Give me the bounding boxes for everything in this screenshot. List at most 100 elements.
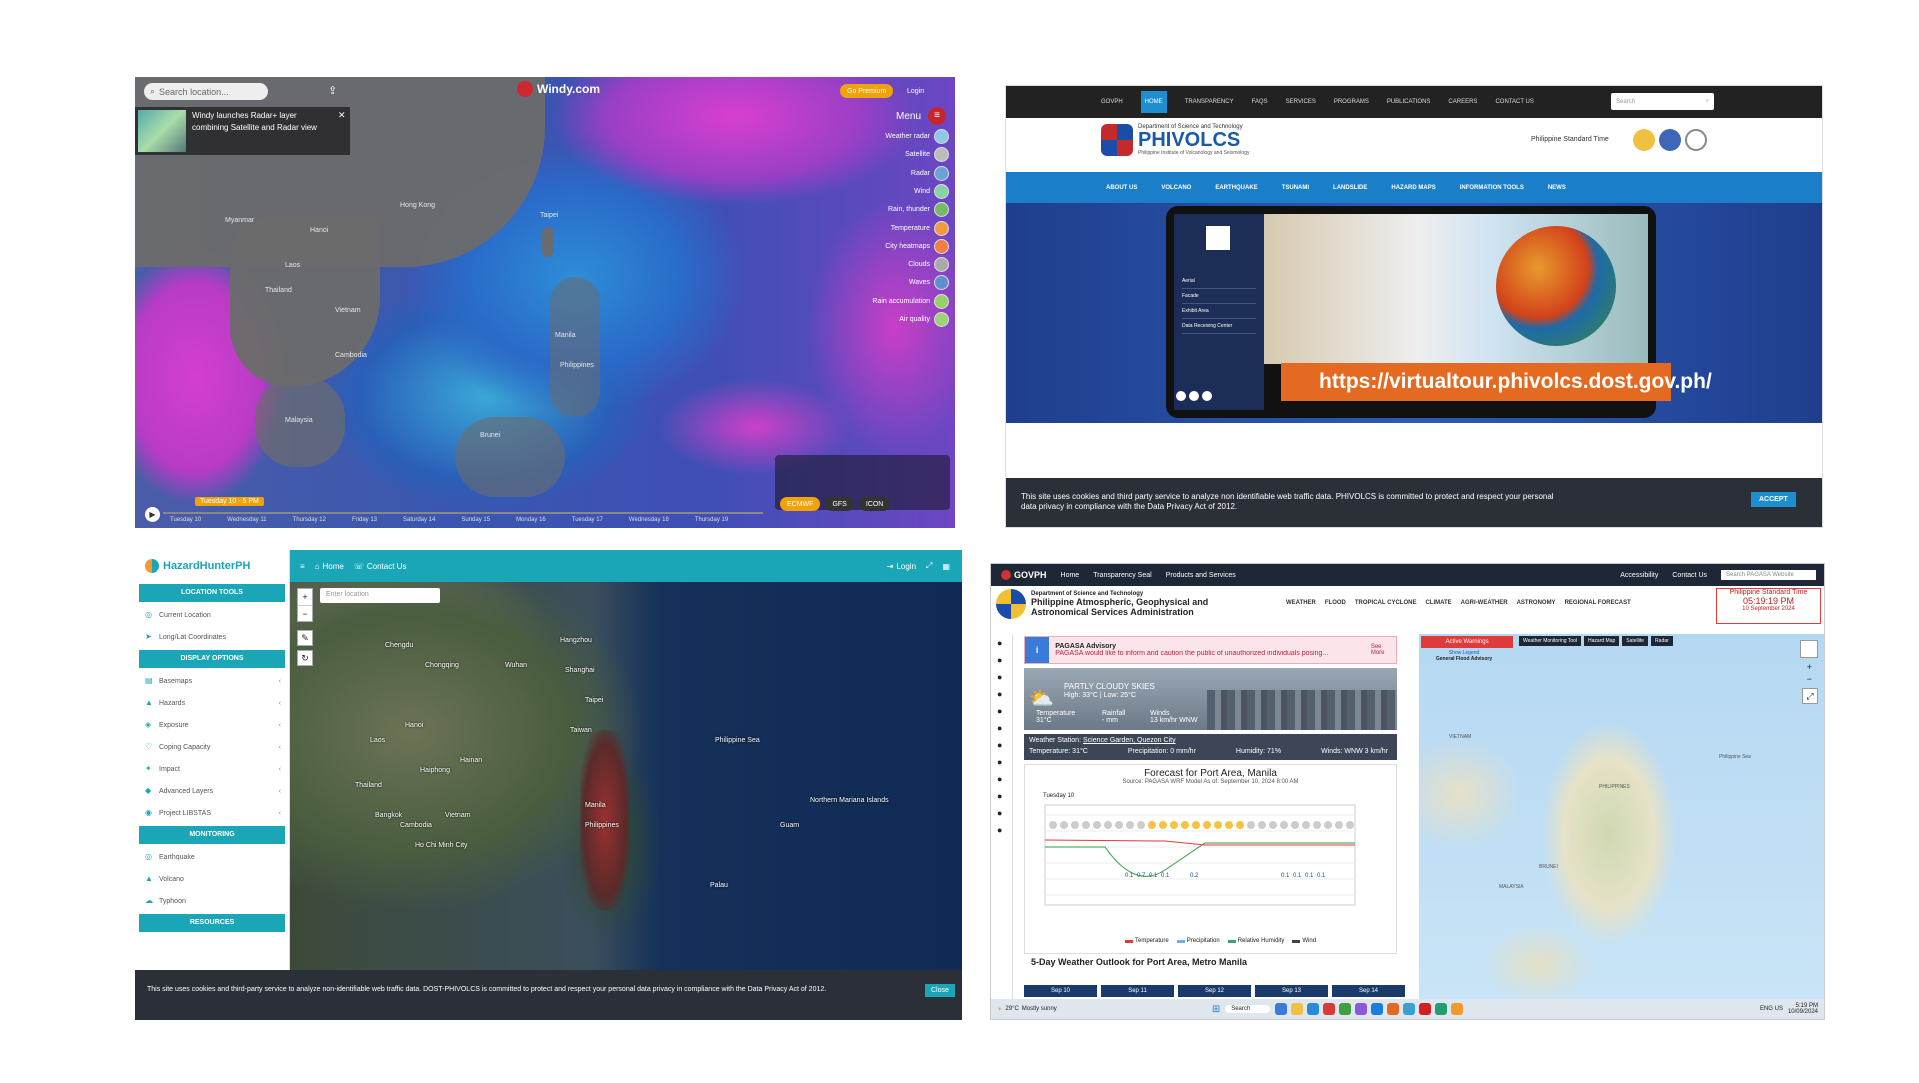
outlook-day-tab[interactable]: Sep 12 — [1178, 985, 1251, 997]
model-icon-button[interactable]: ICON — [858, 497, 891, 511]
search-input[interactable]: Search ⌕ — [1611, 93, 1714, 110]
pagasa-logo[interactable]: Department of Science and Technology Phi… — [996, 589, 1208, 619]
tour-menu-item[interactable]: Aerial — [1182, 274, 1256, 289]
outlook-day-tab[interactable]: Sep 11 — [1101, 985, 1174, 997]
app-icon[interactable] — [1275, 1003, 1288, 1015]
pagasa-map[interactable]: Active Warnings Show Legend General Floo… — [1419, 634, 1824, 1004]
search-box[interactable]: ⌕ Search location... — [144, 83, 268, 100]
reset-button[interactable]: ↻ — [297, 650, 313, 666]
layer-item[interactable]: Rain, thunder — [888, 202, 949, 218]
play-button[interactable]: ▶ — [145, 507, 160, 522]
timeline-day[interactable]: Wednesday 11 — [227, 517, 266, 523]
facebook-icon[interactable] — [1176, 391, 1186, 401]
timeline-day[interactable]: Thursday 12 — [293, 517, 326, 523]
map-tab[interactable]: Satellite — [1622, 636, 1649, 646]
menu-label[interactable]: Menu — [896, 111, 921, 122]
umbrella-icon[interactable]: ● — [997, 740, 1002, 750]
app-icon[interactable] — [1323, 1003, 1336, 1015]
login-button[interactable]: Login — [900, 84, 931, 98]
layer-item[interactable]: Waves — [909, 275, 949, 291]
sidebar-item[interactable]: ▲ Hazards ‹ — [135, 692, 289, 714]
mainnav-item[interactable]: TROPICAL CYCLONE — [1355, 600, 1417, 606]
sidebar-item[interactable]: ▤ Basemaps ‹ — [135, 670, 289, 692]
outlook-day-tab[interactable]: Sep 13 — [1255, 985, 1328, 997]
nav-home[interactable]: ⌂ Home — [315, 562, 344, 571]
mainnav-item[interactable]: HAZARD MAPS — [1391, 185, 1435, 191]
sidebar-item[interactable]: ✦ Impact ‹ — [135, 758, 289, 780]
topnav-item[interactable]: FAQS — [1252, 99, 1268, 105]
sidebar-item[interactable]: ◎ Earthquake — [135, 846, 289, 868]
car-icon[interactable]: ● — [997, 723, 1002, 733]
topnav-item[interactable]: CONTACT US — [1495, 99, 1533, 105]
windows-start-icon[interactable]: ⊞ — [1212, 1004, 1220, 1015]
nav-contact[interactable]: Contact Us — [1672, 572, 1707, 579]
zoom-out-button[interactable]: − — [1807, 674, 1812, 684]
mainnav-item[interactable]: REGIONAL FORECAST — [1565, 600, 1631, 606]
taskbar-search[interactable]: Search — [1225, 1005, 1271, 1013]
timeline-bar[interactable] — [163, 512, 763, 514]
mainnav-item[interactable]: CLIMATE — [1425, 600, 1451, 606]
building-icon[interactable]: ● — [997, 791, 1002, 801]
timeline-day[interactable]: Sunday 15 — [461, 517, 490, 523]
app-icon[interactable] — [1307, 1003, 1320, 1015]
wave-icon[interactable]: ● — [997, 757, 1002, 767]
home-icon[interactable]: ● — [997, 655, 1002, 665]
active-warnings-label[interactable]: Active Warnings — [1421, 636, 1513, 648]
weather-widget[interactable]: ☀ 29°C Mostly sunny — [997, 1006, 1057, 1013]
upload-icon[interactable]: ⇪ — [328, 84, 337, 97]
nav-accessibility[interactable]: Accessibility — [1620, 572, 1658, 579]
sidebar-item[interactable]: ▲ Volcano — [135, 868, 289, 890]
sidebar-item[interactable]: ◉ Project LIBSTAS ‹ — [135, 802, 289, 824]
mainnav-item[interactable]: ASTRONOMY — [1517, 600, 1556, 606]
layer-item[interactable]: Clouds — [908, 257, 949, 273]
mainnav-item[interactable]: WEATHER — [1286, 600, 1316, 606]
sidebar-item[interactable]: ◆ Advanced Layers ‹ — [135, 780, 289, 802]
app-icon[interactable] — [1291, 1003, 1304, 1015]
sidebar-item[interactable]: ☁ Typhoon — [135, 890, 289, 912]
mainnav-item[interactable]: NEWS — [1548, 185, 1566, 191]
mainnav-item[interactable]: VOLCANO — [1161, 185, 1191, 191]
youtube-icon[interactable] — [1202, 391, 1212, 401]
eye-icon[interactable]: ● — [997, 808, 1002, 818]
zoom-in-button[interactable]: + — [298, 589, 312, 605]
fullscreen-icon[interactable]: ⤢ — [926, 561, 932, 571]
timeline-day[interactable]: Monday 16 — [516, 517, 546, 523]
topnav-item[interactable]: TRANSPARENCY — [1185, 99, 1234, 105]
nav-contact[interactable]: ☏ Contact Us — [354, 562, 407, 571]
app-icon[interactable] — [1451, 1003, 1464, 1015]
timeline-day[interactable]: Saturday 14 — [403, 517, 435, 523]
layer-item[interactable]: Temperature — [891, 220, 949, 236]
mainnav-item[interactable]: INFORMATION TOOLS — [1460, 185, 1524, 191]
topnav-item[interactable]: GOVPH — [1101, 99, 1123, 105]
app-icon[interactable] — [1419, 1003, 1432, 1015]
location-search-input[interactable]: Enter location — [320, 588, 440, 603]
tour-menu-item[interactable]: Exhibit Area — [1182, 304, 1256, 319]
outlook-day-tab[interactable]: Sep 10 — [1024, 985, 1097, 997]
go-premium-button[interactable]: Go Premium — [840, 84, 894, 98]
sidebar-item[interactable]: ◎ Current Location — [135, 604, 289, 626]
grid-icon[interactable]: ▦ — [942, 562, 950, 571]
mainnav-item[interactable]: EARTHQUAKE — [1215, 185, 1257, 191]
layer-item[interactable]: Radar — [911, 165, 949, 181]
see-more-link[interactable]: See More — [1371, 644, 1396, 656]
hamburger-icon[interactable]: ≡ — [300, 562, 305, 571]
taskbar-language[interactable]: ENG US — [1760, 1006, 1783, 1012]
govph-link[interactable]: GOVPH — [1001, 570, 1047, 580]
topnav-item[interactable]: CAREERS — [1448, 99, 1477, 105]
calendar-icon[interactable]: ● — [997, 774, 1002, 784]
timeline-day[interactable]: Wednesday 18 — [629, 517, 669, 523]
app-icon[interactable] — [1371, 1003, 1384, 1015]
advisory-card[interactable]: i PAGASA Advisory PAGASA would like to i… — [1024, 636, 1397, 664]
info-icon[interactable]: ● — [997, 825, 1002, 835]
hand-icon[interactable]: ● — [997, 706, 1002, 716]
layer-item[interactable]: City heatmaps — [885, 238, 949, 254]
layer-item[interactable]: Weather radar — [885, 129, 949, 144]
topnav-item[interactable]: PROGRAMS — [1334, 99, 1369, 105]
outlook-day-tab[interactable]: Sep 14 — [1332, 985, 1405, 997]
topnav-item[interactable]: HOME — [1140, 91, 1167, 113]
model-gfs-button[interactable]: GFS — [825, 497, 854, 511]
accept-button[interactable]: ACCEPT — [1751, 492, 1796, 507]
typhoon-icon[interactable]: ● — [997, 672, 1002, 682]
layers-button[interactable] — [1800, 640, 1818, 658]
mainnav-item[interactable]: ABOUT US — [1106, 185, 1137, 191]
